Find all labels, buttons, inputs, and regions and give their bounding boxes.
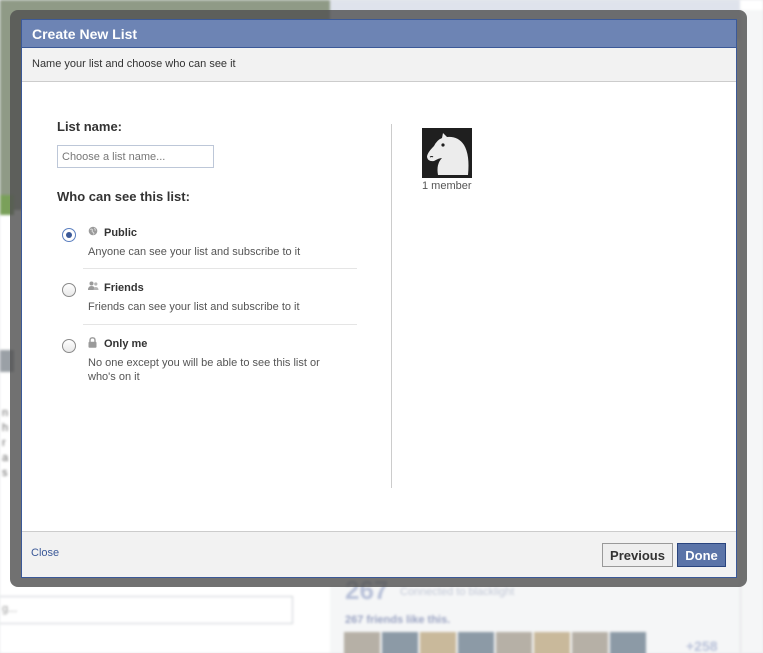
close-link[interactable]: Close: [31, 547, 59, 559]
friends-icon: [88, 281, 99, 293]
list-name-label: List name:: [57, 119, 123, 134]
previous-button[interactable]: Previous: [602, 543, 673, 567]
done-button[interactable]: Done: [677, 543, 726, 567]
avatar[interactable]: [422, 128, 472, 178]
dialog-title: Create New List: [22, 19, 736, 48]
lock-icon: [88, 337, 98, 349]
option-divider: [83, 324, 357, 325]
member-area: 1 member: [422, 128, 472, 192]
public-radio[interactable]: [62, 228, 76, 242]
public-option-title: Public: [104, 227, 138, 239]
globe-icon: [88, 226, 98, 238]
list-name-input[interactable]: [57, 145, 214, 168]
visibility-label: Who can see this list:: [57, 189, 190, 204]
public-option-description: Anyone can see your list and subscribe t…: [88, 246, 301, 258]
background-friends-like: 267 friends like this.: [345, 614, 451, 626]
only-me-option-title: Only me: [104, 338, 148, 350]
friends-option-title: Friends: [104, 282, 144, 294]
background-search-box: g...: [0, 596, 293, 624]
friends-radio[interactable]: [62, 283, 76, 297]
friends-option-description: Friends can see your list and subscribe …: [88, 301, 300, 313]
only-me-radio[interactable]: [62, 339, 76, 353]
dialog-footer: Close Previous Done: [22, 531, 736, 577]
column-divider: [391, 124, 392, 488]
background-friend-thumbnails: [344, 632, 646, 653]
option-divider: [83, 268, 357, 269]
privacy-option-only-me[interactable]: Only me No one except you will be able t…: [57, 337, 357, 395]
member-count: 1 member: [422, 180, 472, 192]
knight-chess-piece-icon: [422, 128, 472, 178]
dialog-body: List name: Who can see this list: Public…: [22, 82, 736, 532]
create-list-dialog: Create New List Name your list and choos…: [21, 19, 737, 578]
dialog-subtitle: Name your list and choose who can see it: [22, 48, 736, 82]
only-me-option-description: No one except you will be able to see th…: [88, 357, 320, 383]
background-more-count: +258: [686, 638, 718, 653]
privacy-option-public[interactable]: Public Anyone can see your list and subs…: [57, 226, 357, 270]
privacy-option-friends[interactable]: Friends Friends can see your list and su…: [57, 281, 357, 325]
background-connected-text: Connected to blacklight: [400, 586, 515, 598]
